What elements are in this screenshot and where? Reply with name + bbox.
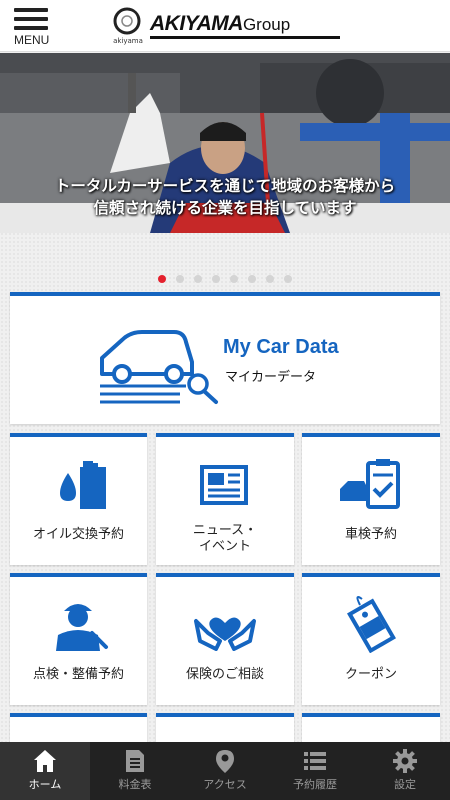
carousel-dot[interactable] (194, 275, 202, 283)
menu-button[interactable]: MENU (14, 8, 54, 48)
hamburger-icon-bar (14, 26, 48, 30)
tile-label: クーポン (344, 667, 397, 682)
price-list-icon (126, 750, 144, 772)
carousel-dot[interactable] (248, 275, 256, 283)
tile-label: 車検予約 (344, 527, 397, 542)
logo-wordmark-group: Group (242, 15, 291, 34)
nav-home[interactable]: ホーム (0, 742, 90, 800)
hero-caption-line1: トータルカーサービスを通じて地域のお客様から (54, 177, 396, 195)
tile-label: ニュース・ イベント (192, 523, 258, 554)
my-car-data-card[interactable]: My Car Data マイカーデータ (10, 292, 440, 424)
hero-banner[interactable]: トータルカーサービスを通じて地域のお客様から 信頼され続ける企業を目指しています (0, 53, 450, 233)
nav-label: アクセス (203, 778, 247, 791)
tile-oil-change[interactable]: オイル交換予約 (10, 433, 147, 565)
nav-label: ホーム (28, 778, 62, 791)
nav-label: 料金表 (118, 778, 152, 791)
tile-coupon[interactable]: クーポン (302, 573, 440, 705)
nav-access[interactable]: アクセス (180, 742, 270, 800)
logo-underline (150, 36, 340, 39)
oil-icon (60, 461, 106, 509)
logo-subtext: akiyama (113, 37, 143, 45)
tile-label: 点検・整備予約 (32, 667, 124, 682)
nav-reservation-history[interactable]: 予約履歴 (270, 742, 360, 800)
carousel-indicator (0, 268, 450, 287)
insurance-hands-icon (194, 617, 256, 651)
gear-icon (393, 749, 417, 773)
akiyama-logo: akiyama AKIYAMAGroup (108, 6, 348, 48)
tile-vehicle-inspection[interactable]: 車検予約 (302, 433, 440, 565)
logo-mark-icon (113, 7, 141, 35)
menu-label: MENU (14, 33, 50, 47)
logo-wordmark: AKIYAMAGroup (150, 12, 290, 36)
app-header: MENU akiyama AKIYAMAGroup (0, 0, 450, 52)
carousel-dot[interactable] (176, 275, 184, 283)
inspection-icon (340, 459, 400, 509)
carousel-dot[interactable] (230, 275, 238, 283)
hero-caption-line2: 信頼され続ける企業を目指しています (93, 199, 357, 217)
bottom-navigation: ホーム 料金表 アクセス 予約履歴 設定 (0, 742, 450, 800)
hero-caption: トータルカーサービスを通じて地域のお客様から 信頼され続ける企業を目指しています (0, 175, 450, 219)
car-search-icon (100, 330, 218, 404)
carousel-dot[interactable] (212, 275, 220, 283)
carousel-dot[interactable] (284, 275, 292, 283)
my-car-data-subtitle: マイカーデータ (225, 370, 317, 385)
location-pin-icon (216, 750, 234, 773)
tile-news-events[interactable]: ニュース・ イベント (156, 433, 294, 565)
nav-price-list[interactable]: 料金表 (90, 742, 180, 800)
tile-insurance[interactable]: 保険のご相談 (156, 573, 294, 705)
home-icon (34, 750, 56, 772)
my-car-data-title: My Car Data (223, 336, 339, 358)
nav-settings[interactable]: 設定 (360, 742, 450, 800)
tile-label: オイル交換予約 (32, 527, 124, 542)
hamburger-icon (14, 8, 48, 12)
tile-maintenance[interactable]: 点検・整備予約 (10, 573, 147, 705)
history-list-icon (304, 752, 326, 770)
mechanic-icon (56, 604, 108, 651)
nav-label: 設定 (394, 778, 416, 791)
news-icon (200, 465, 248, 505)
logo-wordmark-main: AKIYAMA (150, 12, 243, 35)
tile-label: 保険のご相談 (185, 667, 264, 682)
carousel-dot[interactable] (266, 275, 274, 283)
hamburger-icon-bar (14, 17, 48, 21)
coupon-icon (347, 596, 396, 653)
carousel-dot[interactable] (158, 275, 166, 283)
nav-label: 予約履歴 (293, 778, 337, 791)
